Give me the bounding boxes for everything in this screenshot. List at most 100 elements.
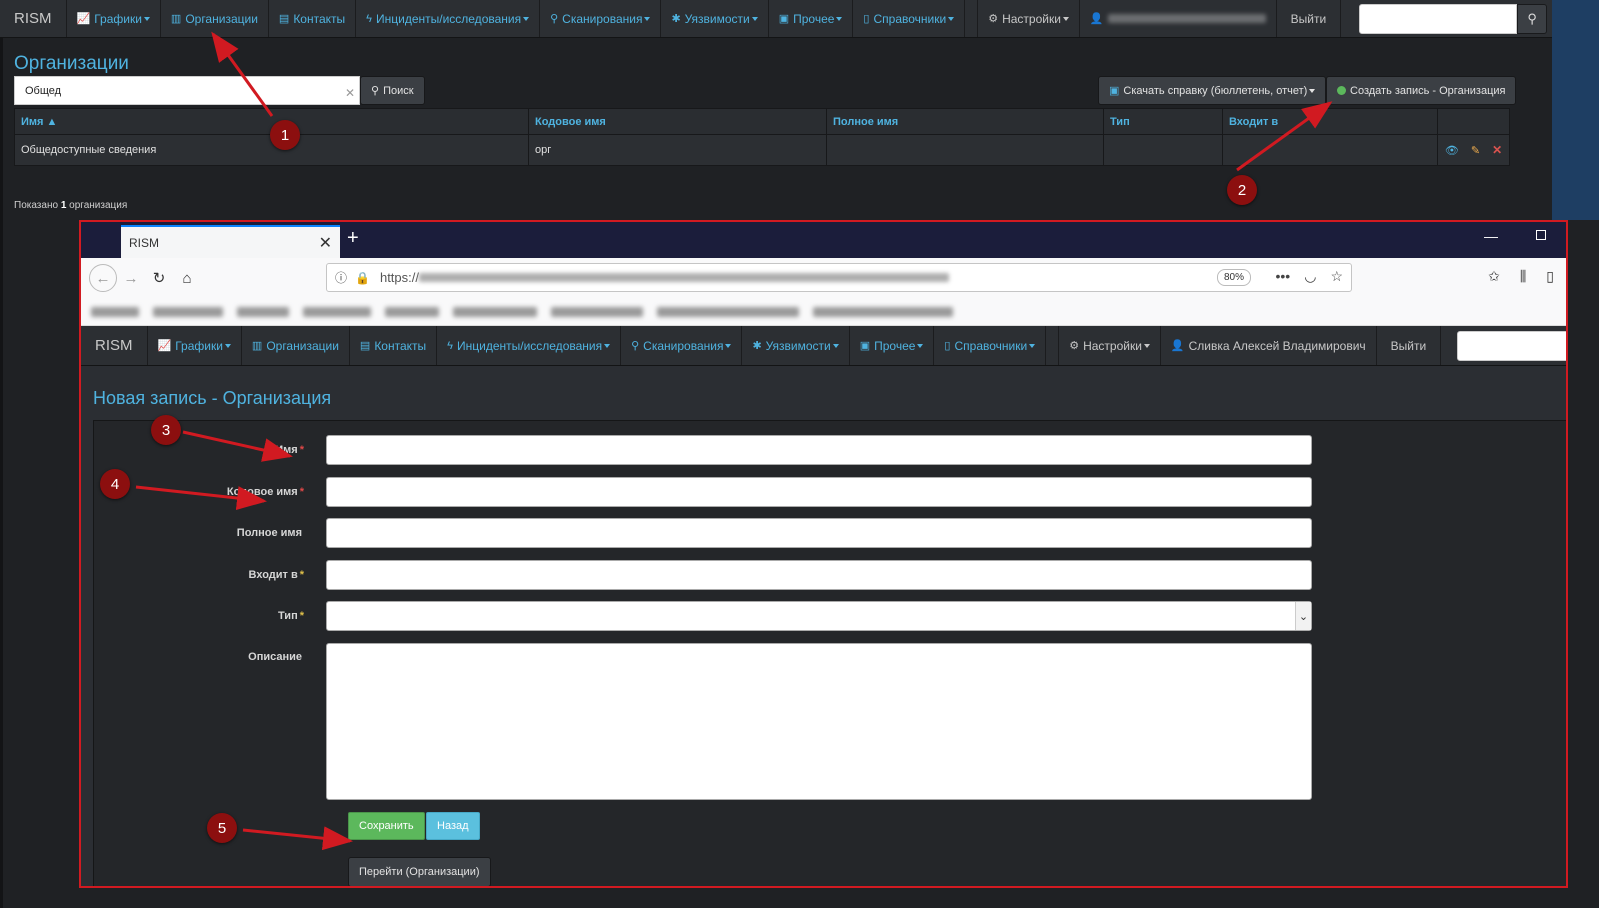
nav-label: Настройки: [1002, 11, 1061, 26]
cell-code: орг: [528, 134, 827, 166]
bolt-icon: ϟ: [447, 339, 453, 352]
table-row: Общедоступные сведения орг 👁 ✎ ✕: [14, 134, 1510, 166]
back-icon[interactable]: ←: [89, 264, 117, 292]
inner-nav-scans[interactable]: ⚲ Сканирования: [621, 326, 743, 365]
nav-search-input[interactable]: [1359, 3, 1518, 34]
eye-icon[interactable]: 👁: [1445, 144, 1459, 157]
caret-down-icon: [832, 343, 839, 348]
pocket-icon[interactable]: ◡: [1304, 268, 1316, 285]
bookmark-item[interactable]: [153, 306, 223, 317]
column-full-name[interactable]: Полное имя: [826, 108, 1104, 135]
back-button[interactable]: Назад: [426, 812, 480, 840]
column-code[interactable]: Кодовое имя: [528, 108, 827, 135]
sidebar-icon[interactable]: ▯: [1546, 268, 1554, 285]
screen-edge: [0, 0, 3, 908]
nav-label: Справочники: [954, 338, 1028, 353]
inner-nav-references[interactable]: ▯ Справочники: [934, 326, 1047, 365]
blurred-username: [1107, 14, 1266, 23]
nav-item-references[interactable]: ▯ Справочники: [853, 0, 966, 37]
create-organization-button[interactable]: Создать запись - Организация: [1326, 76, 1517, 105]
brand-logo[interactable]: RISM: [0, 0, 67, 37]
home-icon[interactable]: ⌂: [173, 264, 201, 292]
gear-icon: ⚙: [988, 13, 999, 25]
inner-nav-contacts[interactable]: ▤ Контакты: [350, 326, 438, 365]
nav-item-contacts[interactable]: ▤ Контакты: [269, 0, 357, 37]
description-field[interactable]: [326, 643, 1312, 800]
name-field[interactable]: [326, 435, 1312, 465]
type-select[interactable]: ⌄: [326, 601, 1312, 631]
org-search-input[interactable]: Общед ✕: [14, 76, 360, 105]
nav-item-user[interactable]: 👤: [1080, 0, 1277, 37]
nav-search-button[interactable]: ⚲: [1517, 3, 1548, 34]
caret-down-icon: [917, 343, 924, 348]
bookmark-item[interactable]: [453, 306, 537, 317]
save-button[interactable]: Сохранить: [348, 812, 425, 840]
field-row-type: Тип * ⌄: [94, 601, 1312, 631]
browser-tab[interactable]: RISM ✕: [121, 225, 340, 258]
nav-label: Уязвимости: [684, 11, 750, 26]
bookmark-item[interactable]: [237, 306, 289, 317]
building-icon: ▥: [251, 340, 263, 352]
building-icon: ▥: [170, 13, 182, 25]
user-icon: 👤: [1170, 340, 1185, 352]
inner-nav-settings[interactable]: ⚙ Настройки: [1058, 326, 1161, 365]
nav-item-vulnerabilities[interactable]: ✱ Уязвимости: [661, 0, 769, 37]
library-icon[interactable]: ⫼: [1520, 268, 1526, 285]
inner-nav-incidents[interactable]: ϟ Инциденты/исследования: [437, 326, 622, 365]
maximize-icon[interactable]: [1536, 230, 1546, 240]
bookmark-item[interactable]: [551, 306, 643, 317]
logout-link[interactable]: Выйти: [1277, 0, 1342, 37]
caret-down-icon: [1029, 343, 1036, 348]
archive-icon: ▣: [778, 13, 790, 25]
column-parent[interactable]: Входит в: [1222, 108, 1438, 135]
inner-search-input[interactable]: [1457, 330, 1566, 361]
inner-nav-organizations[interactable]: ▥ Организации: [242, 326, 350, 365]
nav-item-settings[interactable]: ⚙ Настройки: [977, 0, 1080, 37]
inner-nav-vulnerabilities[interactable]: ✱ Уязвимости: [742, 326, 850, 365]
code-name-field[interactable]: [326, 477, 1312, 507]
nav-item-incidents[interactable]: ϟ Инциденты/исследования: [356, 0, 541, 37]
bookmark-item[interactable]: [813, 306, 953, 317]
download-report-button[interactable]: ▣ Скачать справку (бюллетень, отчет): [1098, 76, 1327, 105]
nav-item-scans[interactable]: ⚲ Сканирования: [540, 0, 662, 37]
inner-nav-other[interactable]: ▣ Прочее: [850, 326, 935, 365]
zoom-level[interactable]: 80%: [1216, 269, 1251, 286]
annotation-badge-5: 5: [207, 813, 237, 843]
search-icon: ⚲: [371, 85, 380, 97]
nav-item-organizations[interactable]: ▥ Организации: [161, 0, 269, 37]
minimize-icon[interactable]: —: [1484, 228, 1498, 244]
field-label: Полное имя: [236, 527, 302, 539]
nav-label: Уязвимости: [765, 338, 831, 353]
inner-nav-user[interactable]: 👤 Сливка Алексей Владимирович: [1161, 326, 1377, 365]
pencil-icon[interactable]: ✎: [1471, 144, 1480, 157]
clear-icon[interactable]: ✕: [345, 86, 355, 100]
bookmark-item[interactable]: [303, 306, 371, 317]
new-tab-icon[interactable]: +: [347, 227, 359, 250]
search-button[interactable]: ⚲ Поиск: [360, 76, 425, 105]
nav-item-charts[interactable]: 📈 Графики: [67, 0, 161, 37]
search-value: Общед: [25, 84, 62, 97]
bookmark-star-icon[interactable]: ✩: [1488, 268, 1500, 285]
contact-card-icon: ▤: [278, 13, 290, 25]
goto-organizations-button[interactable]: Перейти (Организации): [348, 857, 491, 886]
nav-item-other[interactable]: ▣ Прочее: [769, 0, 854, 37]
book-icon: ▯: [863, 13, 870, 25]
inner-logout-link[interactable]: Выйти: [1377, 326, 1442, 365]
field-row-code: Кодовое имя *: [94, 477, 1312, 507]
parent-field[interactable]: [326, 560, 1312, 590]
column-type[interactable]: Тип: [1103, 108, 1223, 135]
reload-icon[interactable]: ↻: [145, 264, 173, 292]
delete-icon[interactable]: ✕: [1492, 143, 1502, 157]
inner-nav-charts[interactable]: 📈 Графики: [148, 326, 242, 365]
inner-brand-logo[interactable]: RISM: [81, 326, 148, 365]
forward-icon[interactable]: →: [117, 264, 145, 292]
close-icon[interactable]: ✕: [319, 233, 332, 253]
bookmark-item[interactable]: [657, 306, 799, 317]
nav-label: Контакты: [293, 11, 346, 26]
bookmark-item[interactable]: [91, 306, 139, 317]
full-name-field[interactable]: [326, 518, 1312, 548]
star-icon[interactable]: ☆: [1330, 268, 1343, 285]
url-bar[interactable]: ⓘ 🔒 https:// 80% ••• ◡ ☆: [326, 263, 1352, 292]
more-icon[interactable]: •••: [1276, 268, 1291, 285]
bookmark-item[interactable]: [385, 306, 439, 317]
